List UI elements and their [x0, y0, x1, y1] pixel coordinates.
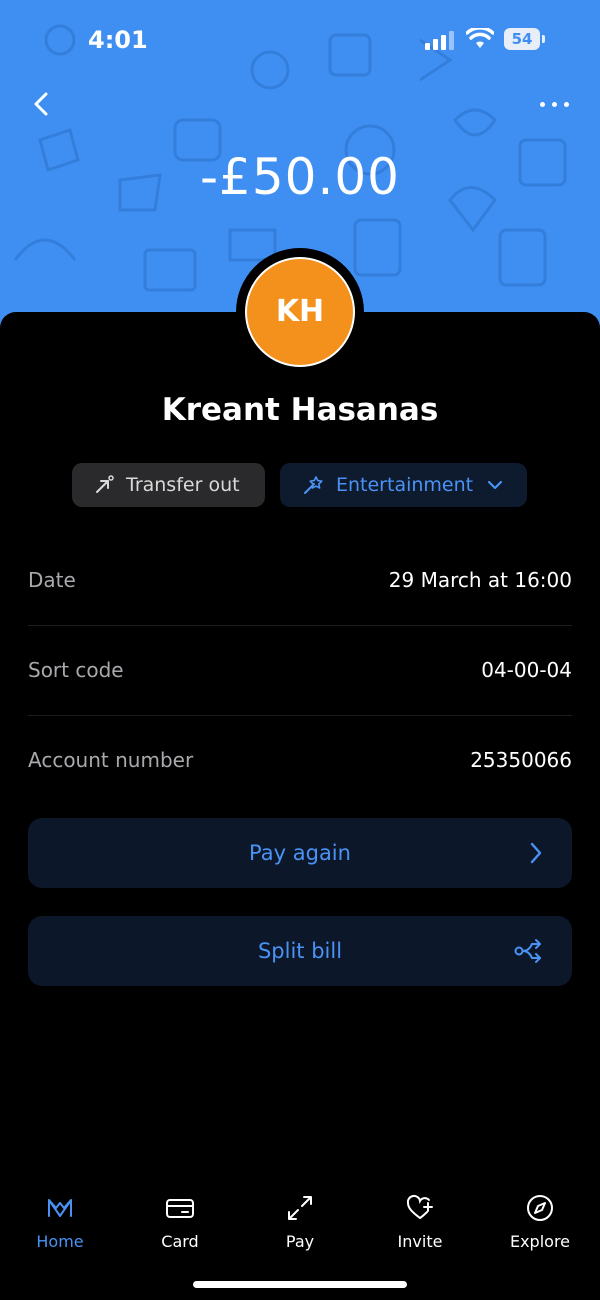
status-bar: 4:01 54 [0, 0, 600, 80]
transaction-amount: -£50.00 [200, 148, 400, 206]
compass-icon [527, 1195, 553, 1221]
detail-value: 29 March at 16:00 [388, 568, 572, 592]
detail-row-date: Date 29 March at 16:00 [28, 535, 572, 625]
pay-again-label: Pay again [249, 841, 351, 865]
back-chevron-icon[interactable] [30, 90, 54, 118]
monzo-logo-icon [48, 1199, 72, 1217]
tab-label: Home [36, 1232, 84, 1251]
tab-label: Explore [509, 1232, 571, 1251]
detail-label: Sort code [28, 658, 124, 682]
wifi-icon [466, 28, 494, 48]
payee-avatar[interactable]: KH [245, 257, 355, 367]
chevron-right-icon [530, 842, 542, 864]
tab-pay[interactable]: Pay [240, 1180, 360, 1260]
tab-bar: Home Card Pay Invite Explore [0, 1180, 600, 1270]
pay-again-button[interactable]: Pay again [28, 818, 572, 888]
detail-row-account-number: Account number 25350066 [28, 715, 572, 805]
status-time: 4:01 [88, 26, 148, 54]
chevron-down-icon [488, 480, 503, 490]
transfer-type-chip[interactable]: Transfer out [72, 463, 265, 507]
signal-icon [425, 31, 454, 50]
category-chip[interactable]: Entertainment [280, 463, 527, 507]
transfer-type-label: Transfer out [126, 474, 240, 496]
detail-row-sort-code: Sort code 04-00-04 [28, 625, 572, 715]
split-icon [514, 939, 541, 963]
category-label: Entertainment [336, 474, 474, 496]
heart-plus-icon [406, 1194, 433, 1219]
battery-icon: 54 [504, 28, 545, 50]
detail-value: 25350066 [470, 748, 572, 772]
tab-card[interactable]: Card [120, 1180, 240, 1260]
payee-name: Kreant Hasanas [161, 392, 439, 428]
tab-home[interactable]: Home [0, 1180, 120, 1260]
entertainment-icon [304, 476, 323, 494]
transfer-out-arrow-icon [96, 475, 114, 493]
tab-invite[interactable]: Invite [360, 1180, 480, 1260]
detail-label: Account number [28, 748, 194, 772]
home-indicator[interactable] [193, 1281, 407, 1288]
tab-label: Pay [285, 1232, 315, 1251]
split-bill-label: Split bill [257, 939, 343, 963]
card-icon [166, 1199, 194, 1218]
tab-explore[interactable]: Explore [480, 1180, 600, 1260]
split-bill-button[interactable]: Split bill [28, 916, 572, 986]
battery-level: 54 [504, 28, 540, 50]
more-options-icon[interactable] [538, 98, 572, 112]
detail-value: 04-00-04 [481, 658, 572, 682]
tab-label: Card [161, 1232, 199, 1251]
details-sheet [0, 312, 600, 1300]
transfer-arrows-icon [288, 1196, 312, 1220]
tab-label: Invite [397, 1232, 443, 1251]
detail-label: Date [28, 568, 76, 592]
